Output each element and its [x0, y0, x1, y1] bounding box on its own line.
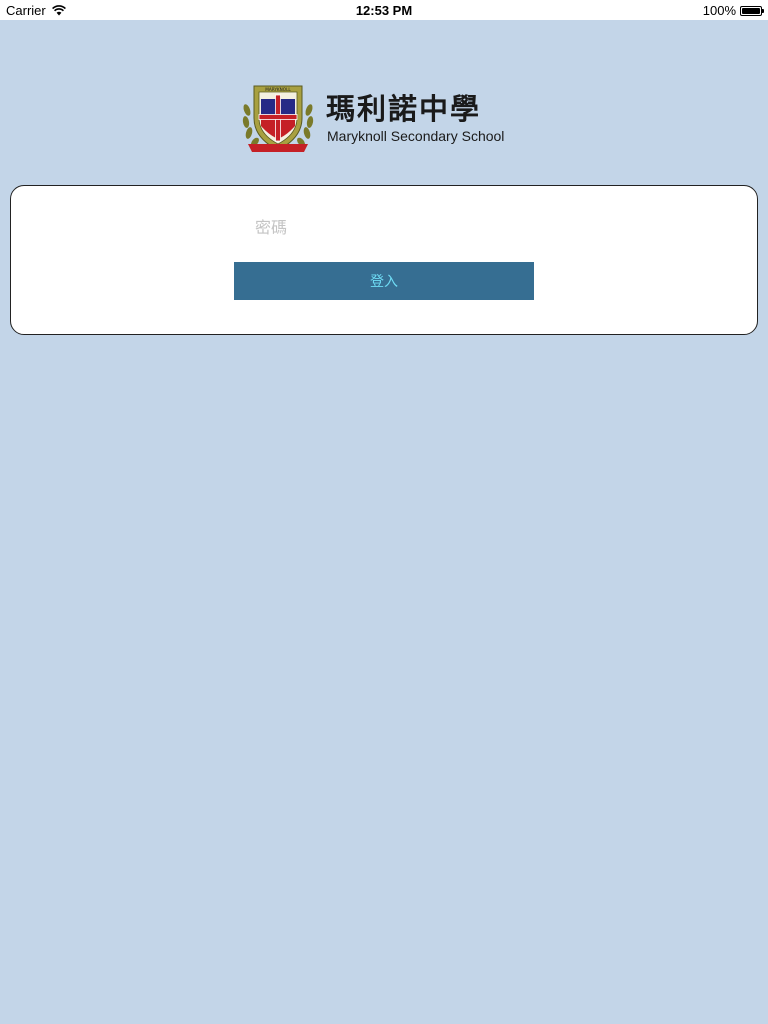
school-name-en: Maryknoll Secondary School	[327, 128, 505, 144]
status-time: 12:53 PM	[355, 3, 413, 18]
svg-text:MARYKNOLL: MARYKNOLL	[265, 87, 291, 92]
school-logo: MARYKNOLL 瑪利諾中學 Maryknoll Secondary Scho…	[240, 80, 530, 156]
school-crest-icon: MARYKNOLL	[242, 85, 314, 152]
school-name-zh: 瑪利諾中學	[326, 92, 482, 126]
login-button[interactable]: 登入	[234, 262, 534, 300]
password-input[interactable]	[255, 214, 535, 240]
battery-icon	[740, 5, 764, 16]
status-bar: Carrier 12:53 PM 100%	[0, 0, 768, 20]
status-right: 100%	[702, 3, 764, 18]
login-card: 登入	[10, 185, 758, 335]
battery-percent: 100%	[702, 3, 736, 18]
